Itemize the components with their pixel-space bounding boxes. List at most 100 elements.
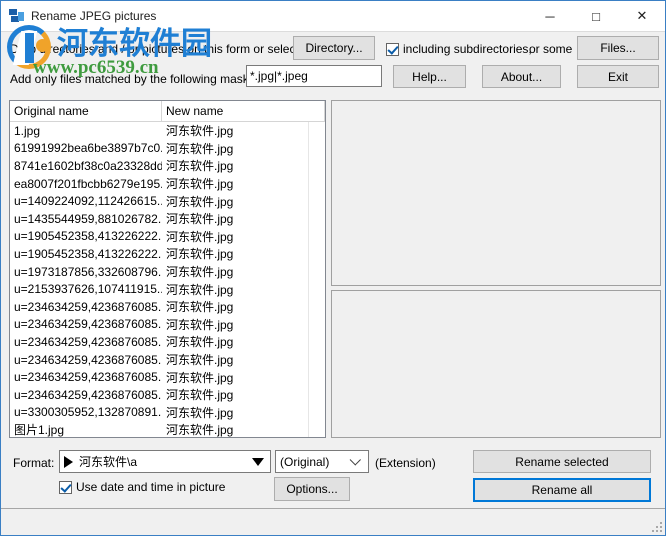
options-button[interactable]: Options... (274, 477, 350, 501)
cell-original-name: u=3300305952,132870891... (14, 405, 162, 420)
chevron-down-icon[interactable] (349, 453, 361, 466)
checkbox-indicator (59, 480, 72, 494)
file-list-header: Original name New name (10, 101, 325, 122)
cell-original-name: u=1973187856,332608796... (14, 264, 162, 279)
chevron-down-icon[interactable] (252, 457, 264, 466)
rename-all-button[interactable]: Rename all (473, 478, 651, 502)
cell-new-name: 河东软件.jpg (166, 177, 234, 192)
preview-panel-bottom (331, 290, 661, 438)
cell-original-name: u=234634259,4236876085... (14, 387, 162, 402)
cell-original-name: u=234634259,4236876085... (14, 370, 162, 385)
status-bar (1, 508, 665, 535)
column-header-original-name[interactable]: Original name (10, 101, 162, 121)
app-icon (9, 8, 25, 24)
cell-original-name: u=234634259,4236876085... (14, 352, 162, 367)
cell-new-name: 河东软件.jpg (166, 194, 234, 209)
or-some-label: or some (529, 42, 573, 56)
table-row[interactable]: ea8007f201fbcbb6279e195... 河东软件.jpg (10, 175, 325, 193)
format-label: Format: (13, 456, 55, 470)
resize-grip[interactable] (650, 520, 662, 532)
table-row[interactable]: 61991992bea6be3897b7c0... 河东软件.jpg (10, 140, 325, 158)
column-header-new-name[interactable]: New name (162, 101, 325, 121)
cell-new-name: 河东软件.jpg (166, 141, 234, 156)
files-button[interactable]: Files... (577, 36, 659, 60)
table-row[interactable]: u=234634259,4236876085... 河东软件.jpg (10, 333, 325, 351)
application-window: Rename JPEG pictures ─ □ ✕ Drop director… (0, 0, 666, 536)
table-row[interactable]: u=3300305952,132870891... 河东软件.jpg (10, 404, 325, 422)
play-triangle-icon (64, 455, 73, 468)
file-list-rows: 1.jpg 河东软件.jpg 61991992bea6be3897b7c0... 河东… (10, 122, 325, 438)
checkbox-indicator (386, 42, 399, 56)
cell-new-name: 河东软件.jpg (166, 229, 234, 244)
about-button[interactable]: About... (482, 65, 561, 88)
cell-original-name: 61991992bea6be3897b7c0... (14, 141, 162, 156)
main-body: Original name New name 1.jpg 河东软件.jpg 6199… (1, 98, 665, 446)
mask-input[interactable]: *.jpg|*.jpeg (246, 65, 382, 87)
format-value: 河东软件\a (79, 455, 138, 469)
cell-new-name: 河东软件.jpg (166, 247, 234, 262)
table-row[interactable]: u=234634259,4236876085... 河东软件.jpg (10, 351, 325, 369)
cell-new-name: 河东软件.jpg (166, 370, 234, 385)
window-title: Rename JPEG pictures (31, 9, 157, 23)
table-row[interactable]: u=234634259,4236876085... 河东软件.jpg (10, 386, 325, 404)
use-datetime-label: Use date and time in picture (76, 480, 226, 494)
mask-label: Add only files matched by the following … (10, 72, 270, 86)
cell-original-name: 图片1.jpg (14, 423, 65, 438)
cell-new-name: 河东软件.jpg (166, 282, 234, 297)
use-datetime-checkbox[interactable]: Use date and time in picture (59, 480, 225, 494)
toolbar: Drop directories and / or pictures on th… (1, 31, 665, 98)
table-row[interactable]: 8741e1602bf38c0a23328dd... 河东软件.jpg (10, 157, 325, 175)
cell-original-name: u=234634259,4236876085... (14, 317, 162, 332)
cell-new-name: 河东软件.jpg (166, 212, 234, 227)
cell-new-name: 河东软件.jpg (166, 335, 234, 350)
help-button[interactable]: Help... (393, 65, 466, 88)
cell-new-name: 河东软件.jpg (166, 265, 234, 280)
cell-new-name: 河东软件.jpg (166, 300, 234, 315)
window-controls: ─ □ ✕ (527, 1, 665, 31)
minimize-button[interactable]: ─ (527, 1, 573, 31)
table-row[interactable]: u=1973187856,332608796... 河东软件.jpg (10, 263, 325, 281)
table-row[interactable]: u=1409224092,112426615... 河东软件.jpg (10, 192, 325, 210)
cell-original-name: u=1409224092,112426615... (14, 194, 162, 209)
include-subdirectories-label: including subdirectories, (403, 42, 532, 56)
cell-new-name: 河东软件.jpg (166, 317, 234, 332)
cell-new-name: 河东软件.jpg (166, 124, 234, 139)
file-list-scrollbar[interactable] (308, 122, 325, 437)
cell-original-name: u=1435544959,881026782... (14, 211, 162, 226)
table-row[interactable]: u=1905452358,413226222... 河东软件.jpg (10, 228, 325, 246)
table-row[interactable]: 1.jpg 河东软件.jpg (10, 122, 325, 140)
cell-original-name: ea8007f201fbcbb6279e195... (14, 176, 162, 191)
cell-new-name: 河东软件.jpg (166, 388, 234, 403)
cell-new-name: 河东软件.jpg (166, 353, 234, 368)
file-list[interactable]: Original name New name 1.jpg 河东软件.jpg 6199… (9, 100, 326, 438)
cell-original-name: 1.jpg (14, 123, 41, 138)
table-row[interactable]: u=1435544959,881026782... 河东软件.jpg (10, 210, 325, 228)
maximize-button[interactable]: □ (573, 1, 619, 31)
cell-original-name: u=234634259,4236876085... (14, 334, 162, 349)
table-row[interactable]: u=234634259,4236876085... 河东软件.jpg (10, 368, 325, 386)
include-subdirectories-checkbox[interactable]: including subdirectories, (386, 42, 532, 56)
close-button[interactable]: ✕ (619, 1, 665, 31)
drop-hint-label: Drop directories and / or pictures on th… (10, 42, 309, 56)
preview-panel-top (331, 100, 661, 286)
cell-original-name: u=2153937626,107411915... (14, 282, 162, 297)
cell-original-name: 8741e1602bf38c0a23328dd... (14, 158, 162, 173)
format-combobox[interactable]: 河东软件\a (59, 450, 271, 473)
table-row[interactable]: 图片1.jpg 河东软件.jpg (10, 421, 325, 438)
table-row[interactable]: u=2153937626,107411915... 河东软件.jpg (10, 280, 325, 298)
cell-new-name: 河东软件.jpg (166, 405, 234, 420)
extension-combobox[interactable]: (Original) (275, 450, 369, 473)
table-row[interactable]: u=234634259,4236876085... 河东软件.jpg (10, 298, 325, 316)
bottom-panel: Format: 河东软件\a (Original) (Extension) Us… (1, 446, 665, 508)
rename-selected-button[interactable]: Rename selected (473, 450, 651, 473)
extension-value: (Original) (280, 454, 330, 469)
extension-label: (Extension) (375, 456, 436, 470)
table-row[interactable]: u=234634259,4236876085... 河东软件.jpg (10, 316, 325, 334)
cell-new-name: 河东软件.jpg (166, 423, 234, 438)
cell-original-name: u=1905452358,413226222... (14, 229, 162, 244)
table-row[interactable]: u=1905452358,413226222... 河东软件.jpg (10, 245, 325, 263)
cell-original-name: u=1905452358,413226222... (14, 246, 162, 261)
directory-button[interactable]: Directory... (293, 36, 375, 60)
cell-new-name: 河东软件.jpg (166, 159, 234, 174)
exit-button[interactable]: Exit (577, 65, 659, 88)
